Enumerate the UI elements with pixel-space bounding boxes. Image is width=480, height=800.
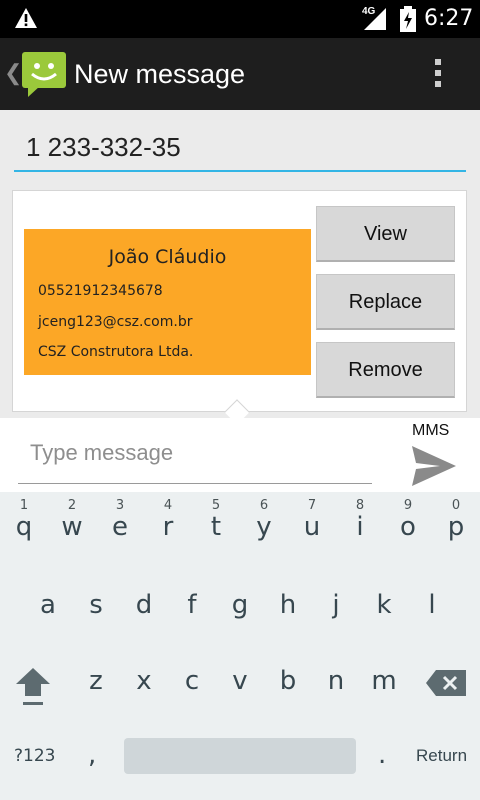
key-t[interactable]: 5t: [192, 492, 240, 562]
page-title: New message: [74, 59, 246, 89]
key-r[interactable]: 4r: [144, 492, 192, 562]
key-c[interactable]: c: [168, 666, 216, 736]
contact-card[interactable]: João Cláudio 05521912345678 jceng123@csz…: [24, 229, 311, 375]
space-key[interactable]: [124, 738, 356, 774]
key-n[interactable]: n: [312, 666, 360, 736]
message-input[interactable]: Type message: [18, 434, 372, 484]
period-key[interactable]: .: [378, 740, 386, 770]
shift-icon[interactable]: [10, 664, 56, 710]
replace-button[interactable]: Replace: [316, 274, 455, 330]
clock: 6:27: [424, 6, 474, 31]
key-y[interactable]: 6y: [240, 492, 288, 562]
attachment-panel: João Cláudio 05521912345678 jceng123@csz…: [12, 190, 467, 412]
keyboard: 1q 2w 3e 4r 5t 6y 7u 8i 9o 0p a s d f g …: [0, 492, 480, 800]
key-j[interactable]: j: [312, 590, 360, 660]
contact-name: João Cláudio: [108, 246, 227, 268]
key-q[interactable]: 1q: [0, 492, 48, 562]
backspace-icon[interactable]: [424, 668, 468, 698]
messaging-app-icon[interactable]: [20, 50, 68, 98]
warning-icon: [15, 8, 37, 28]
overflow-menu-icon[interactable]: [426, 56, 450, 92]
key-w[interactable]: 2w: [48, 492, 96, 562]
return-key[interactable]: Return: [416, 746, 467, 766]
send-icon[interactable]: [406, 444, 458, 488]
key-x[interactable]: x: [120, 666, 168, 736]
key-o[interactable]: 9o: [384, 492, 432, 562]
signal-icon: 4G: [362, 6, 390, 30]
comma-key[interactable]: ,: [88, 740, 96, 770]
battery-charging-icon: [400, 6, 416, 32]
compose-bar: Type message MMS: [0, 418, 480, 492]
key-e[interactable]: 3e: [96, 492, 144, 562]
key-s[interactable]: s: [72, 590, 120, 660]
key-f[interactable]: f: [168, 590, 216, 660]
key-b[interactable]: b: [264, 666, 312, 736]
key-a[interactable]: a: [24, 590, 72, 660]
message-placeholder: Type message: [30, 440, 174, 465]
key-i[interactable]: 8i: [336, 492, 384, 562]
key-v[interactable]: v: [216, 666, 264, 736]
status-bar: 4G 6:27: [0, 0, 480, 38]
view-button[interactable]: View: [316, 206, 455, 262]
key-k[interactable]: k: [360, 590, 408, 660]
key-z[interactable]: z: [72, 666, 120, 736]
recipient-value[interactable]: 1 233-332-35: [26, 132, 181, 163]
contact-email: jceng123@csz.com.br: [38, 314, 193, 330]
key-d[interactable]: d: [120, 590, 168, 660]
key-l[interactable]: l: [408, 590, 456, 660]
key-g[interactable]: g: [216, 590, 264, 660]
contact-company: CSZ Construtora Ltda.: [38, 344, 194, 360]
contact-phone: 05521912345678: [38, 283, 163, 299]
action-bar: ❮ New message: [0, 38, 480, 110]
key-u[interactable]: 7u: [288, 492, 336, 562]
mms-label: MMS: [412, 422, 450, 439]
symbols-key[interactable]: ?123: [14, 746, 55, 766]
key-p[interactable]: 0p: [432, 492, 480, 562]
key-h[interactable]: h: [264, 590, 312, 660]
key-m[interactable]: m: [360, 666, 408, 736]
remove-button[interactable]: Remove: [316, 342, 455, 398]
recipient-field[interactable]: 1 233-332-35: [14, 128, 466, 172]
